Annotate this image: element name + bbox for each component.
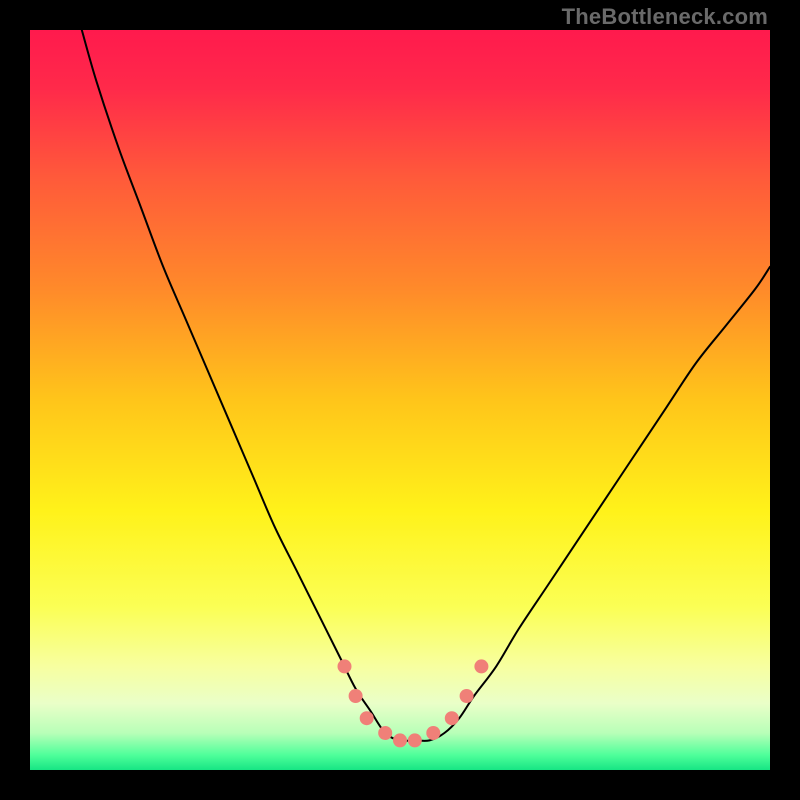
marker-dot (408, 733, 422, 747)
marker-dot (378, 726, 392, 740)
marker-dot (360, 711, 374, 725)
bottleneck-chart (30, 30, 770, 770)
marker-dot (460, 689, 474, 703)
marker-dot (445, 711, 459, 725)
outer-frame: TheBottleneck.com (0, 0, 800, 800)
marker-dot (474, 659, 488, 673)
marker-dot (393, 733, 407, 747)
marker-dot (338, 659, 352, 673)
marker-dot (349, 689, 363, 703)
gradient-background (30, 30, 770, 770)
marker-dot (426, 726, 440, 740)
plot-area (30, 30, 770, 770)
watermark-text: TheBottleneck.com (562, 4, 768, 30)
